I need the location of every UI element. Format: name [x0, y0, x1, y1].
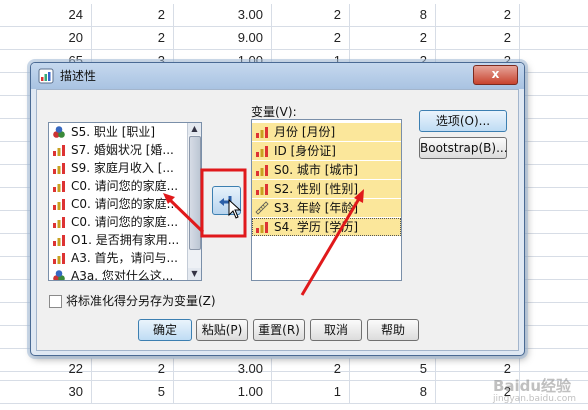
ok-button[interactable]: 确定 — [138, 319, 192, 341]
watermark-brand: Baidu经验 — [492, 377, 572, 395]
variable-label: S4. 学历 [学历] — [274, 220, 359, 234]
ordinal-icon — [53, 235, 65, 246]
table-cell[interactable]: 5 — [92, 381, 174, 403]
ordinal-icon — [53, 253, 65, 264]
table-cell[interactable]: 8 — [350, 381, 436, 403]
ordinal-icon — [256, 222, 268, 233]
dialog-titlebar[interactable]: 描述性 x — [31, 63, 524, 89]
table-cell[interactable]: 2 — [350, 27, 436, 49]
options-button[interactable]: 选项(O)... — [419, 110, 507, 132]
table-cell[interactable]: 5 — [350, 358, 436, 380]
scroll-thumb[interactable] — [189, 136, 201, 250]
source-variable-item[interactable]: S7. 婚姻状况 [婚... — [49, 141, 201, 159]
variable-label: A3. 首先，请问与... — [71, 251, 178, 265]
close-button[interactable]: x — [473, 65, 518, 85]
source-list-scrollbar[interactable]: ▲ ▼ — [187, 123, 201, 280]
table-cell[interactable]: 9.00 — [174, 27, 272, 49]
source-variable-list[interactable]: S5. 职业 [职业] S7. 婚姻状况 [婚... S9. 家庭月收入 [... C… — [48, 122, 202, 281]
table-row: 20 2 9.00 2 2 2 — [0, 27, 588, 50]
target-variable-item[interactable]: ID [身份证] — [252, 142, 401, 160]
source-variable-item[interactable]: A3a. 您对什么这... — [49, 267, 201, 281]
target-variable-item[interactable]: S4. 学历 [学历] — [252, 218, 401, 236]
dialog-title: 描述性 — [60, 69, 97, 83]
table-cell[interactable]: 1 — [272, 381, 350, 403]
table-cell[interactable]: 8 — [350, 4, 436, 26]
table-cell[interactable]: 24 — [0, 4, 92, 26]
table-cell[interactable]: 2 — [272, 358, 350, 380]
watermark: Baidu经验 jingyan.baidu.com — [493, 375, 576, 404]
variable-label: C0. 请问您的家庭... — [71, 197, 179, 211]
target-variable-item[interactable]: S3. 年龄 [年龄] — [252, 199, 401, 217]
watermark-url: jingyan.baidu.com — [492, 394, 576, 404]
ordinal-icon — [256, 146, 268, 157]
source-variable-item[interactable]: A3. 首先，请问与... — [49, 249, 201, 267]
cancel-button[interactable]: 取消 — [310, 319, 362, 341]
table-cell[interactable]: 2 — [272, 27, 350, 49]
source-variable-item[interactable]: C0. 请问您的家庭... — [49, 195, 201, 213]
table-cell[interactable]: 3.00 — [174, 358, 272, 380]
ordinal-icon — [53, 181, 65, 192]
source-variable-item[interactable]: C0. 请问您的家庭... — [49, 177, 201, 195]
save-standardized-label: 将标准化得分另存为变量(Z) — [66, 294, 216, 308]
dialog-body: S5. 职业 [职业] S7. 婚姻状况 [婚... S9. 家庭月收入 [... C… — [36, 89, 519, 351]
source-variable-item[interactable]: S5. 职业 [职业] — [49, 123, 201, 141]
variable-label: ID [身份证] — [274, 144, 336, 158]
source-variable-item[interactable]: O1. 是否拥有家用... — [49, 231, 201, 249]
variable-label: S2. 性别 [性别] — [274, 182, 359, 196]
nominal-icon — [53, 126, 65, 138]
source-variable-item[interactable]: S9. 家庭月收入 [... — [49, 159, 201, 177]
variables-label: 变量(V): — [251, 105, 297, 119]
reset-button[interactable]: 重置(R) — [253, 319, 305, 341]
table-cell[interactable]: 2 — [92, 358, 174, 380]
bootstrap-button[interactable]: Bootstrap(B)... — [419, 137, 508, 159]
help-button[interactable]: 帮助 — [367, 319, 419, 341]
table-cell[interactable]: 2 — [436, 4, 520, 26]
save-standardized-checkbox[interactable] — [49, 295, 62, 308]
variable-label: A3a. 您对什么这... — [71, 269, 174, 281]
ordinal-icon — [256, 127, 268, 138]
table-cell[interactable]: 2 — [92, 27, 174, 49]
variable-label: 月份 [月份] — [274, 125, 336, 139]
scroll-down-icon[interactable]: ▼ — [188, 268, 201, 280]
table-cell[interactable]: 30 — [0, 381, 92, 403]
ordinal-icon — [256, 184, 268, 195]
variable-label: S7. 婚姻状况 [婚... — [71, 143, 174, 157]
table-cell[interactable]: 2 — [272, 4, 350, 26]
table-cell[interactable]: 3.00 — [174, 4, 272, 26]
variable-label: S0. 城市 [城市] — [274, 163, 359, 177]
scale-ruler-icon — [255, 201, 269, 215]
ordinal-icon — [53, 163, 65, 174]
target-variable-item[interactable]: S0. 城市 [城市] — [252, 161, 401, 179]
variable-label: S5. 职业 [职业] — [71, 125, 156, 139]
table-cell[interactable]: 2 — [92, 4, 174, 26]
variable-label: S9. 家庭月收入 [... — [71, 161, 174, 175]
target-variable-list[interactable]: 月份 [月份] ID [身份证] S0. 城市 [城市] S2. 性别 [性别] S3.… — [251, 119, 402, 281]
nominal-icon — [53, 270, 65, 280]
variable-label: C0. 请问您的家庭... — [71, 179, 179, 193]
target-variable-item[interactable]: S2. 性别 [性别] — [252, 180, 401, 198]
source-variable-item[interactable]: C0. 请问您的家庭... — [49, 213, 201, 231]
ordinal-icon — [53, 217, 65, 228]
spss-app-icon — [38, 68, 54, 84]
descriptives-dialog: 描述性 x S5. 职业 [职业] S7. 婚姻状况 [婚... S9. 家庭月收入… — [30, 62, 525, 356]
variable-label: O1. 是否拥有家用... — [71, 233, 180, 247]
table-row: 24 2 3.00 2 8 2 — [0, 4, 588, 27]
paste-button[interactable]: 粘贴(P) — [196, 319, 248, 341]
ordinal-icon — [53, 145, 65, 156]
table-cell[interactable]: 1.00 — [174, 381, 272, 403]
target-variable-item[interactable]: 月份 [月份] — [252, 123, 401, 141]
variable-label: C0. 请问您的家庭... — [71, 215, 179, 229]
scroll-up-icon[interactable]: ▲ — [188, 123, 201, 135]
ordinal-icon — [256, 165, 268, 176]
table-cell[interactable]: 2 — [436, 27, 520, 49]
ordinal-icon — [53, 199, 65, 210]
variable-label: S3. 年龄 [年龄] — [274, 201, 359, 215]
mouse-cursor-icon — [228, 199, 242, 219]
table-cell[interactable]: 22 — [0, 358, 92, 380]
table-cell[interactable]: 20 — [0, 27, 92, 49]
